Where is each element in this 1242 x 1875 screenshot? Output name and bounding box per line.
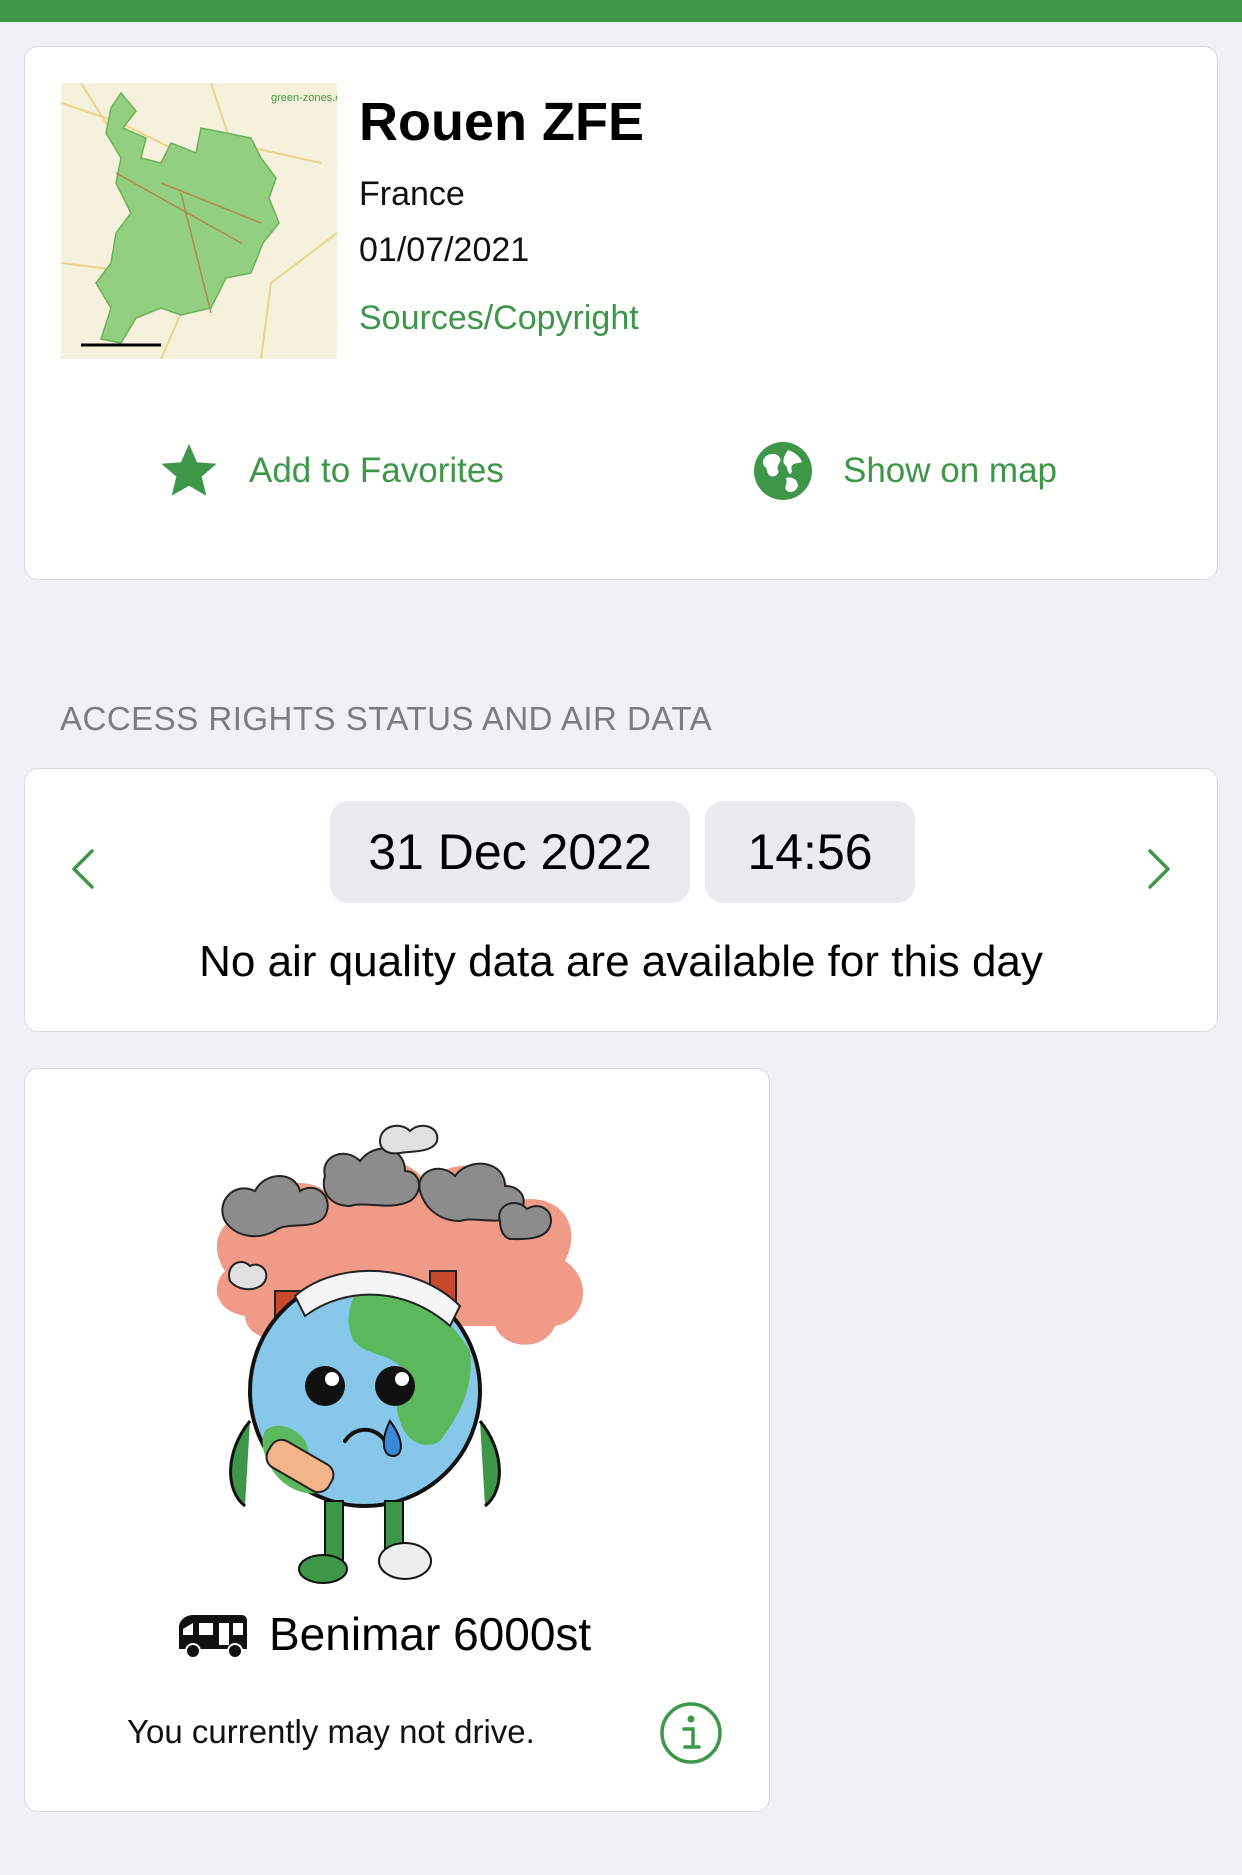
globe-icon (751, 439, 815, 503)
add-to-favorites-label: Add to Favorites (249, 451, 504, 490)
info-icon (660, 1702, 722, 1764)
chevron-left-icon (72, 849, 94, 889)
info-button[interactable] (659, 1701, 723, 1765)
show-on-map-button[interactable]: Show on map (751, 439, 1057, 503)
zone-effective-date: 01/07/2021 (359, 231, 530, 269)
add-to-favorites-button[interactable]: Add to Favorites (157, 439, 504, 503)
camper-van-icon (179, 1615, 247, 1659)
section-header: ACCESS RIGHTS STATUS AND AIR DATA (60, 700, 713, 737)
next-day-button[interactable] (1129, 829, 1189, 909)
access-status-card: Benimar 6000st You currently may not dri… (24, 1068, 770, 1812)
thumbnail-brand: green-zones.eu (271, 92, 337, 104)
datetime-card: 31 Dec 2022 14:56 No air quality data ar… (24, 768, 1218, 1032)
show-on-map-label: Show on map (843, 451, 1058, 490)
air-quality-message: No air quality data are available for th… (199, 937, 1043, 986)
chevron-right-icon (1148, 849, 1170, 889)
date-picker[interactable]: 31 Dec 2022 (330, 801, 690, 903)
top-accent-bar (0, 0, 1242, 22)
previous-day-button[interactable] (53, 829, 113, 909)
zone-card: green-zones.eu Rouen ZFE France 01/07/20… (24, 46, 1218, 580)
zone-country: France (359, 175, 465, 213)
sick-earth-illustration (216, 1124, 584, 1584)
star-icon (157, 439, 221, 503)
vehicle-row[interactable]: Benimar 6000st (175, 1607, 591, 1661)
zone-map-thumbnail[interactable]: green-zones.eu (61, 83, 337, 359)
time-picker[interactable]: 14:56 (705, 801, 915, 903)
sources-copyright-link[interactable]: Sources/Copyright (359, 299, 639, 338)
zone-title: Rouen ZFE (359, 92, 644, 152)
vehicle-name: Benimar 6000st (269, 1608, 592, 1660)
drive-status-message: You currently may not drive. (127, 1713, 535, 1750)
